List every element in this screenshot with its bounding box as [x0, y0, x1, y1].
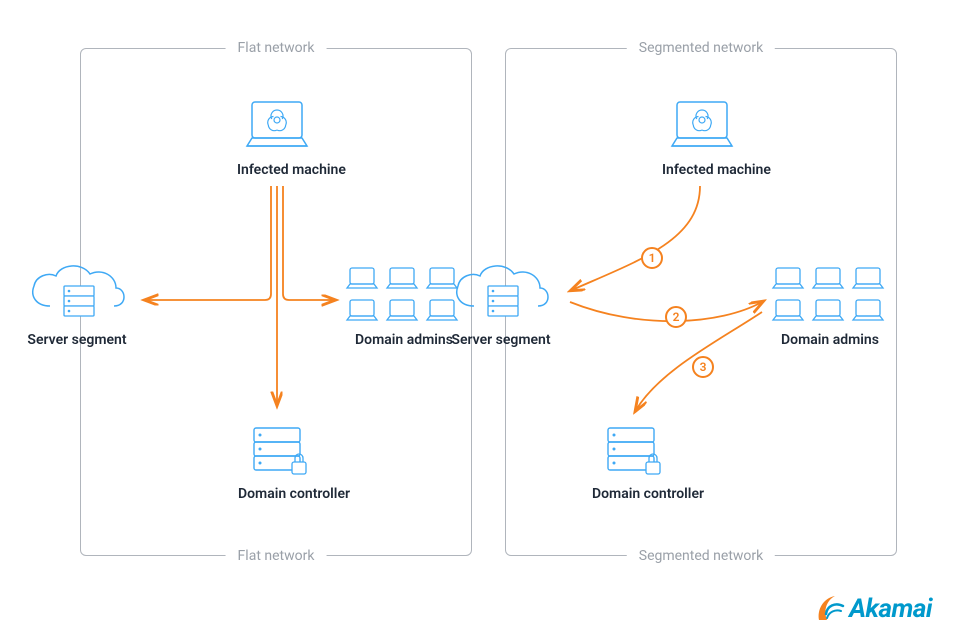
brand-name: Akamai — [849, 594, 932, 624]
node-admins-right: Domain admins — [770, 264, 890, 348]
step-badge-3: 3 — [692, 356, 714, 378]
node-label: Infected machine — [662, 162, 771, 178]
brand-logo: Akamai — [813, 592, 932, 626]
node-dc-right: Domain controller — [592, 422, 704, 502]
laptop-biohazard-icon — [237, 98, 317, 156]
server-lock-icon — [592, 422, 670, 480]
step-badge-2: 2 — [665, 306, 687, 328]
node-label: Domain controller — [592, 486, 704, 502]
node-server-right: Server segment — [446, 258, 556, 348]
panel-title-top: Flat network — [226, 40, 327, 56]
cloud-server-icon — [22, 258, 132, 326]
node-label: Server segment — [22, 332, 132, 348]
cloud-server-icon — [446, 258, 556, 326]
step-badge-1: 1 — [641, 247, 663, 269]
node-infected-left: Infected machine — [237, 98, 346, 178]
node-label: Infected machine — [237, 162, 346, 178]
node-server-left: Server segment — [22, 258, 132, 348]
akamai-wave-icon — [813, 592, 847, 626]
panel-title-bottom: Flat network — [226, 548, 327, 564]
laptop-biohazard-icon — [662, 98, 742, 156]
panel-title-top: Segmented network — [627, 40, 775, 56]
panel-title-bottom: Segmented network — [627, 548, 775, 564]
node-infected-right: Infected machine — [662, 98, 771, 178]
node-label: Server segment — [446, 332, 556, 348]
node-dc-left: Domain controller — [238, 422, 350, 502]
laptop-grid-icon — [770, 264, 890, 326]
node-label: Domain admins — [770, 332, 890, 348]
node-label: Domain controller — [238, 486, 350, 502]
server-lock-icon — [238, 422, 316, 480]
